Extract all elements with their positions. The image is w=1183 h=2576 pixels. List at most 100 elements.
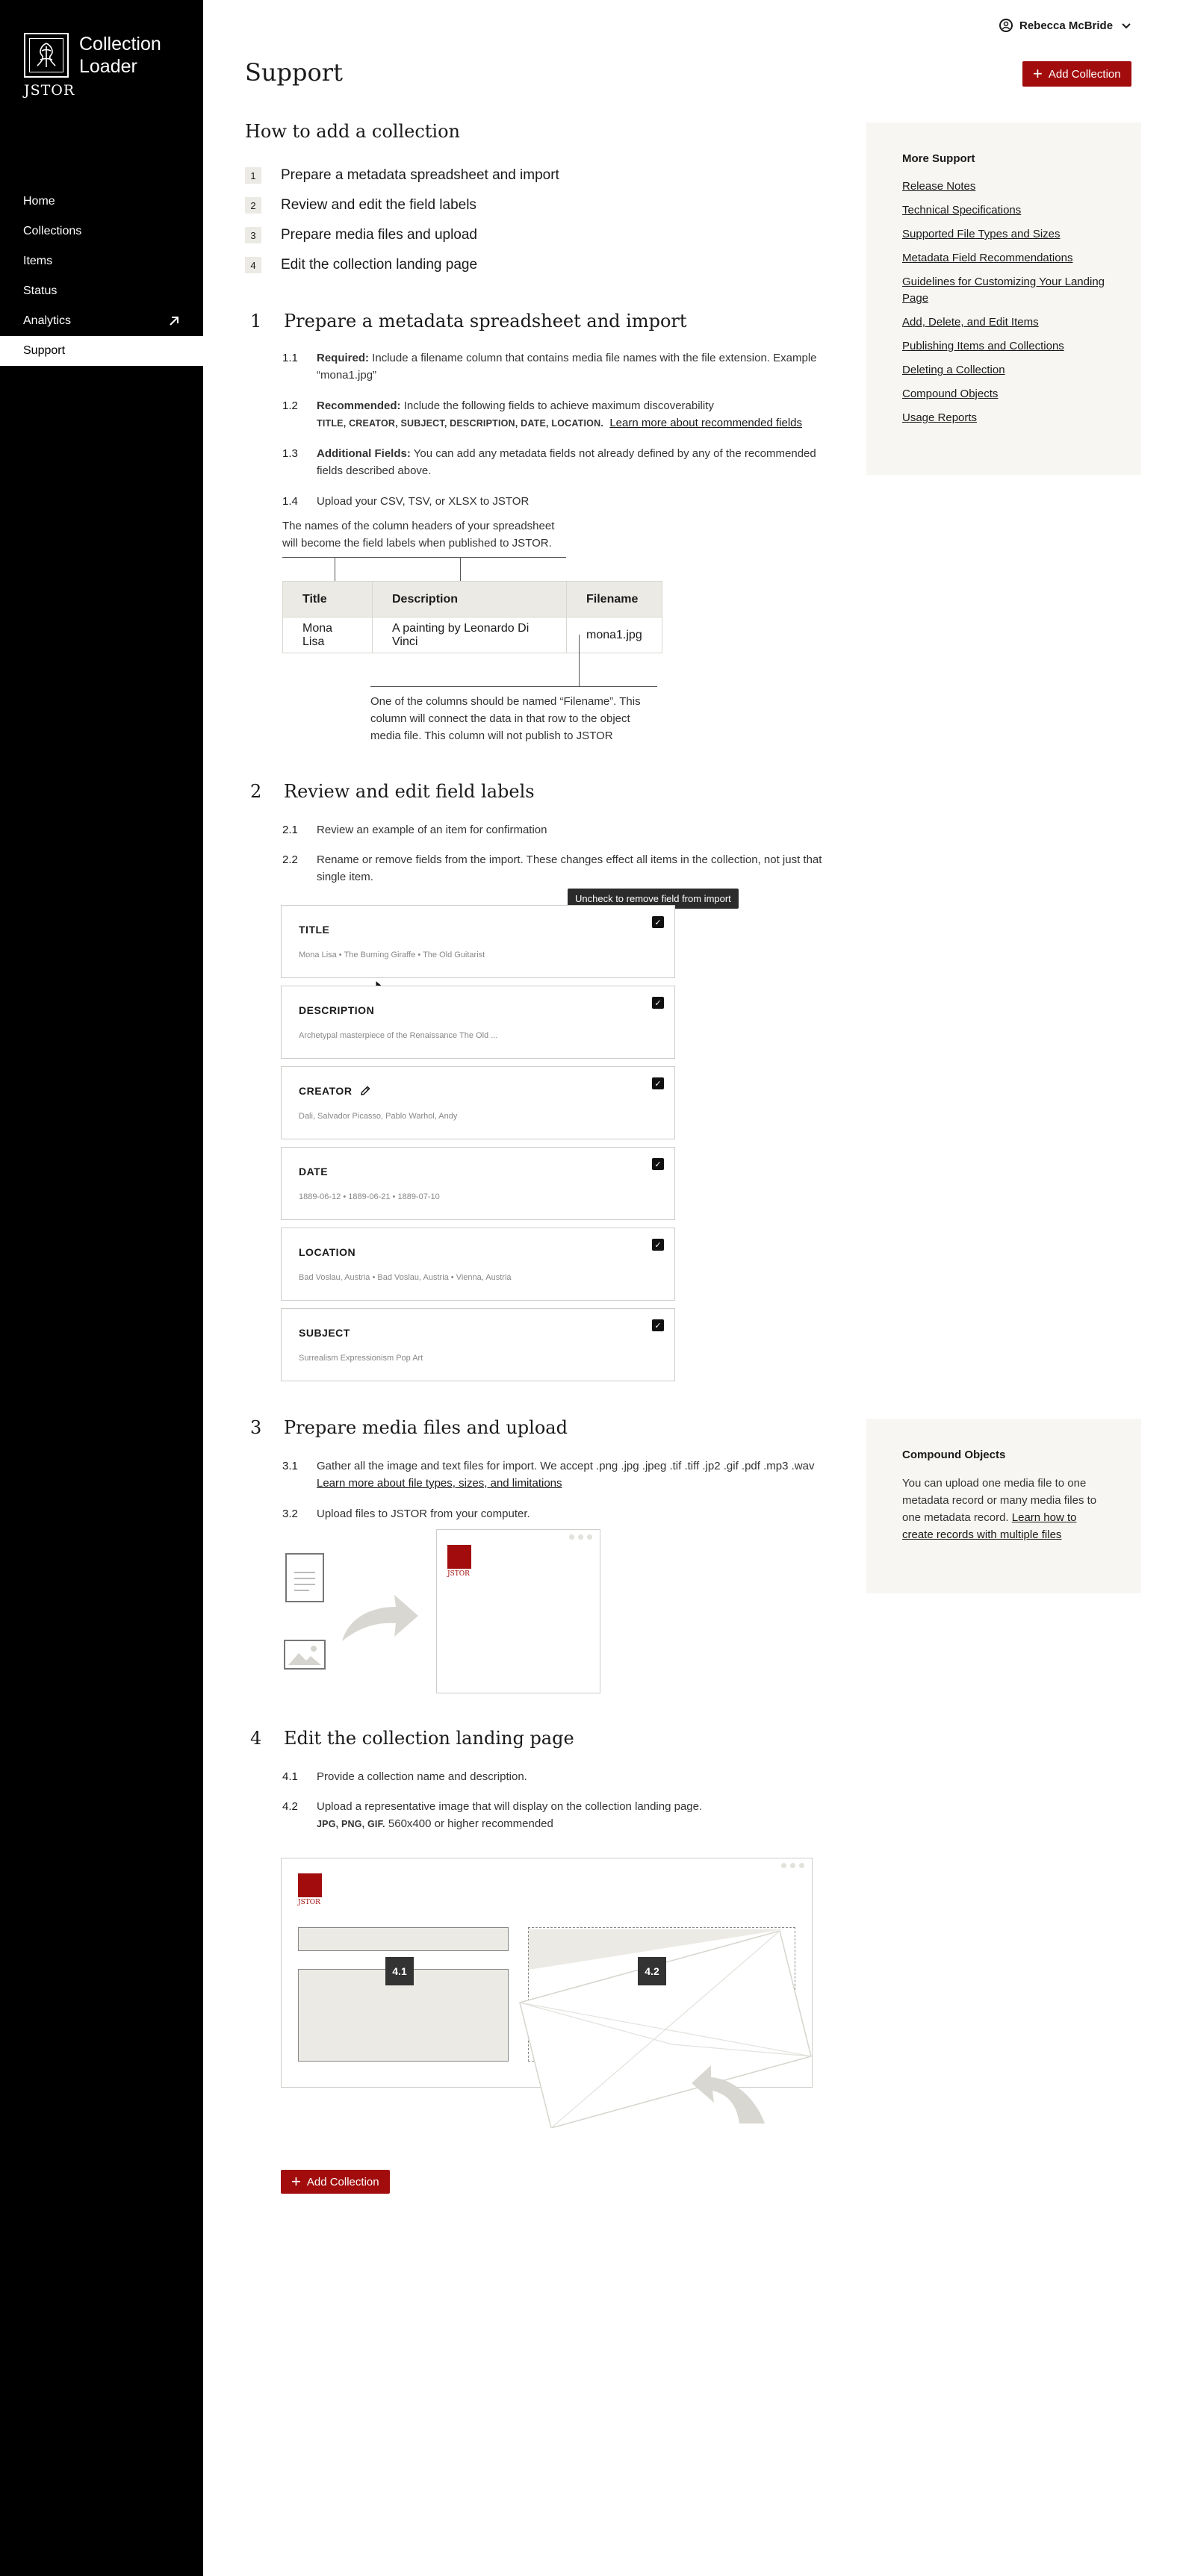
learn-file-types-link[interactable]: Learn more about file types, sizes, and … (317, 1477, 562, 1490)
app-logo[interactable]: JSTOR Collection Loader (24, 33, 161, 99)
step-1-1: 1.1 Required: Include a filename column … (282, 352, 817, 382)
add-collection-button-bottom[interactable]: + Add Collection (281, 2170, 390, 2194)
link-deleting-collection[interactable]: Deleting a Collection (902, 362, 1105, 379)
section-2-title: Review and edit field labels (284, 781, 535, 802)
table-header: Title (282, 581, 373, 617)
field-card-subject: SUBJECT Surrealism Expressionism Pop Art… (281, 1308, 675, 1381)
app-name: Collection Loader (79, 34, 161, 77)
user-avatar-icon (999, 19, 1013, 32)
jstor-mini-wordmark: JSTOR (447, 1570, 470, 1578)
toc-item-3[interactable]: 3 Prepare media files and upload (245, 227, 477, 243)
table-cell: A painting by Leonardo Di Vinci (372, 617, 567, 653)
section-1-number: 1 (250, 311, 262, 332)
link-compound-objects[interactable]: Compound Objects (902, 386, 1105, 402)
field-label[interactable]: DESCRIPTION (299, 1004, 374, 1016)
toc-item-2[interactable]: 2 Review and edit the field labels (245, 197, 476, 214)
include-field-checkbox[interactable]: ✓ (652, 916, 664, 928)
step-2-1: 2.1 Review an example of an item for conf… (282, 824, 547, 836)
field-card-creator: CREATOR Dali, Salvador Picasso, Pablo Wa… (281, 1066, 675, 1139)
headers-note: The names of the column headers of your … (282, 520, 555, 550)
toc-item-1[interactable]: 1 Prepare a metadata spreadsheet and impo… (245, 167, 559, 184)
sidebar-item-home[interactable]: Home (0, 187, 203, 217)
jstor-mini-logo-icon (298, 1873, 322, 1897)
sidebar-item-collections[interactable]: Collections (0, 217, 203, 246)
include-field-checkbox[interactable]: ✓ (652, 1239, 664, 1251)
link-release-notes[interactable]: Release Notes (902, 178, 1105, 195)
link-usage-reports[interactable]: Usage Reports (902, 410, 1105, 426)
field-card-location: LOCATION Bad Voslau, Austria • Bad Vosla… (281, 1228, 675, 1301)
jstor-mini-logo-icon (447, 1545, 471, 1569)
table-header: Description (372, 581, 567, 617)
section-4-title: Edit the collection landing page (284, 1728, 574, 1749)
step-1-2: 1.2 Recommended: Include the following f… (282, 399, 802, 429)
link-add-delete-edit-items[interactable]: Add, Delete, and Edit Items (902, 314, 1105, 331)
filename-note: One of the columns should be named “File… (370, 695, 641, 742)
field-values: Dali, Salvador Picasso, Pablo Warhol, An… (299, 1112, 458, 1121)
plus-icon: + (1033, 64, 1043, 83)
callout-line (282, 557, 566, 558)
field-label[interactable]: SUBJECT (299, 1327, 350, 1339)
include-field-checkbox[interactable]: ✓ (652, 1319, 664, 1331)
field-card-title: TITLE Mona Lisa • The Burning Giraffe • … (281, 905, 675, 978)
section-3-title: Prepare media files and upload (284, 1417, 568, 1438)
sidebar-item-status[interactable]: Status (0, 276, 203, 306)
more-support-title: More Support (902, 152, 975, 165)
learn-recommended-fields-link[interactable]: Learn more about recommended fields (609, 417, 802, 429)
include-field-checkbox[interactable]: ✓ (652, 1077, 664, 1089)
link-supported-file-types[interactable]: Supported File Types and Sizes (902, 226, 1105, 243)
field-label[interactable]: LOCATION (299, 1246, 355, 1258)
field-label-row[interactable]: CREATOR (299, 1085, 371, 1097)
jstor-logo-icon (24, 33, 69, 78)
image-file-icon (284, 1640, 326, 1670)
sidebar: JSTOR Collection Loader Home Collections… (0, 0, 203, 2576)
example-spreadsheet-table: Title Description Filename Mona Lisa A p… (282, 581, 662, 653)
add-collection-button[interactable]: + Add Collection (1022, 61, 1131, 87)
step-4-1: 4.1 Provide a collection name and descrip… (282, 1770, 527, 1783)
field-values: Bad Voslau, Austria • Bad Voslau, Austri… (299, 1273, 512, 1282)
badge-4-2: 4.2 (638, 1957, 666, 1985)
field-values: 1889-06-12 • 1889-06-21 • 1889-07-10 (299, 1192, 440, 1201)
include-field-checkbox[interactable]: ✓ (652, 997, 664, 1009)
callout-line (579, 635, 580, 687)
jstor-mini-wordmark: JSTOR (298, 1899, 320, 1906)
compound-objects-title: Compound Objects (902, 1449, 1006, 1461)
sidebar-nav: Home Collections Items Status Analytics … (0, 187, 203, 366)
jstor-wordmark: JSTOR (24, 82, 75, 99)
link-metadata-field-recommendations[interactable]: Metadata Field Recommendations (902, 250, 1105, 267)
section-1-title: Prepare a metadata spreadsheet and impor… (284, 311, 687, 332)
field-values: Mona Lisa • The Burning Giraffe • The Ol… (299, 951, 485, 959)
step-2-2: 2.2 Rename or remove fields from the impo… (282, 853, 822, 883)
chevron-down-icon (1122, 19, 1131, 31)
table-cell: mona1.jpg (566, 617, 662, 653)
toc-item-4[interactable]: 4 Edit the collection landing page (245, 257, 477, 273)
sidebar-item-analytics[interactable]: Analytics (0, 306, 203, 336)
step-1-4: 1.4 Upload your CSV, TSV, or XLSX to JST… (282, 495, 530, 508)
link-landing-page-guidelines[interactable]: Guidelines for Customizing Your Landing … (902, 274, 1105, 307)
upload-arrow-icon (342, 1595, 418, 1641)
compound-objects-panel: Compound Objects You can upload one medi… (866, 1419, 1141, 1593)
include-field-checkbox[interactable]: ✓ (652, 1158, 664, 1170)
field-card-description: DESCRIPTION Archetypal masterpiece of th… (281, 986, 675, 1059)
sidebar-item-support[interactable]: Support (0, 336, 203, 366)
section-4-number: 4 (250, 1728, 262, 1749)
section-2-number: 2 (250, 781, 262, 802)
howto-title: How to add a collection (245, 121, 460, 142)
step-3-2: 3.2 Upload files to JSTOR from your compu… (282, 1508, 530, 1520)
table-header-row: Title Description Filename (282, 581, 662, 617)
link-technical-specifications[interactable]: Technical Specifications (902, 202, 1105, 219)
sidebar-item-items[interactable]: Items (0, 246, 203, 276)
user-menu[interactable]: Rebecca McBride (999, 19, 1131, 32)
image-drop-illustration (519, 1929, 812, 2128)
field-card-date: DATE 1889-06-12 • 1889-06-21 • 1889-07-1… (281, 1147, 675, 1220)
link-publishing[interactable]: Publishing Items and Collections (902, 338, 1105, 355)
pencil-edit-icon[interactable] (359, 1085, 371, 1097)
table-row: Mona Lisa A painting by Leonardo Di Vinc… (282, 617, 662, 653)
step-1-3: 1.3 Additional Fields: You can add any m… (282, 447, 816, 477)
table-header: Filename (566, 581, 662, 617)
external-arrow-icon (170, 317, 178, 326)
field-label[interactable]: DATE (299, 1166, 328, 1177)
callout-line (370, 686, 657, 687)
field-label[interactable]: TITLE (299, 924, 329, 936)
field-label: CREATOR (299, 1085, 353, 1097)
collection-name-placeholder (298, 1927, 509, 1951)
